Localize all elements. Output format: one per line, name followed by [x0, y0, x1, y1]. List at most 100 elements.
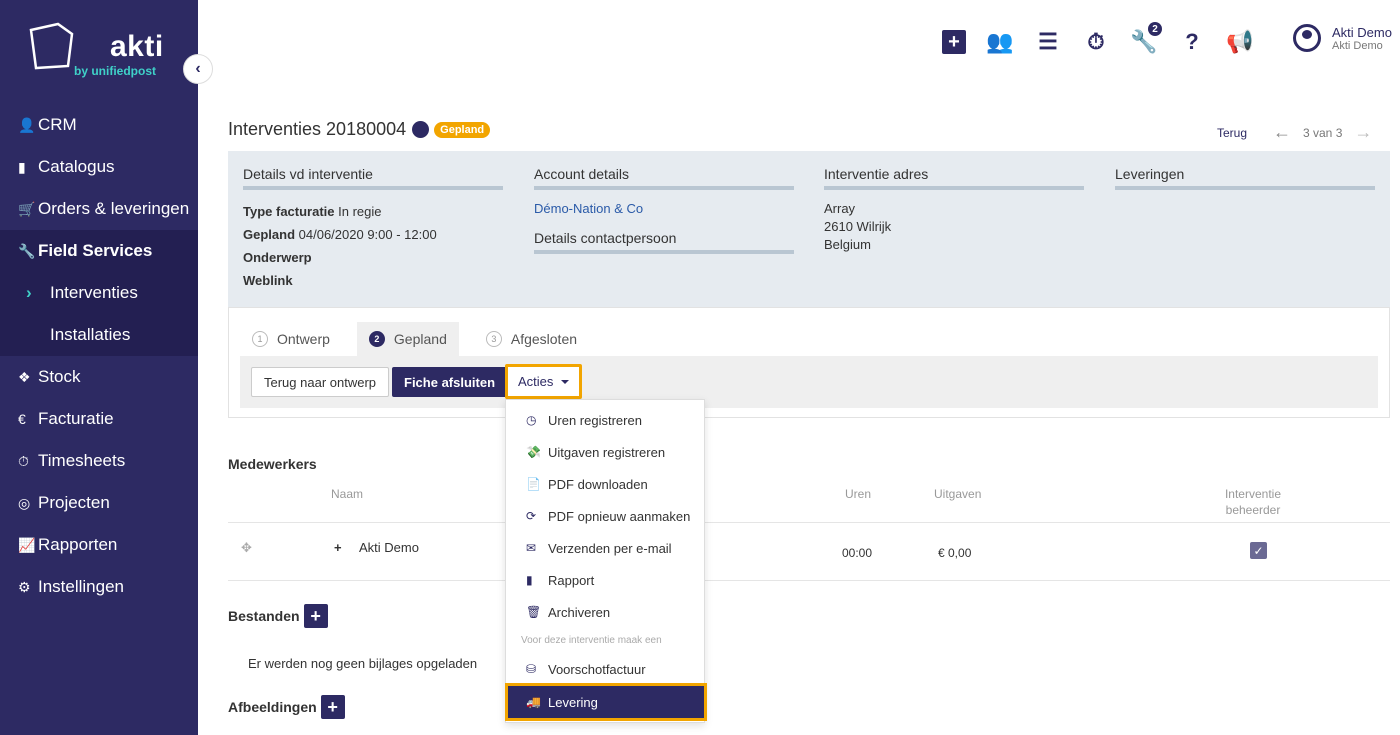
- sidebar-item-timesheets[interactable]: ⏱ Timesheets: [0, 440, 198, 482]
- column-header-line: Interventie: [1224, 487, 1282, 501]
- menu-item-report[interactable]: ▮ Rapport: [506, 564, 704, 596]
- sidebar-item-catalogus[interactable]: ▮ Catalogus: [0, 146, 198, 188]
- coins-icon: ⛁: [526, 662, 537, 676]
- sidebar-item-field-services[interactable]: 🔧 Field Services: [0, 230, 198, 272]
- menu-item-label: Archiveren: [548, 604, 611, 620]
- notification-badge: 2: [1148, 22, 1162, 36]
- column-header-name: Naam: [331, 487, 364, 501]
- sidebar-item-label: Facturatie: [38, 409, 114, 428]
- euro-icon: €: [18, 411, 26, 427]
- files-title: Bestanden: [228, 608, 300, 624]
- sidebar-item-label: Orders & leveringen: [38, 199, 190, 218]
- back-link[interactable]: Terug: [1217, 126, 1247, 140]
- account-column: Account details Démo-Nation & Co Details…: [534, 166, 794, 264]
- logo[interactable]: akti by unifiedpost: [0, 0, 198, 104]
- sidebar-item-label: CRM: [38, 115, 77, 134]
- sidebar-item-label: Rapporten: [38, 535, 118, 554]
- weblink-label: Weblink: [243, 273, 293, 288]
- back-to-draft-button[interactable]: Terug naar ontwerp: [251, 367, 390, 397]
- menu-item-label: PDF opnieuw aanmaken: [548, 508, 691, 524]
- menu-item-register-hours[interactable]: ◷ Uren registreren: [506, 404, 704, 436]
- topbar-icons: + 👥 ☰ ⏱ 🔧 2 ? 📢: [942, 22, 1274, 56]
- gear-icon: ⚙: [18, 578, 31, 595]
- menu-item-pdf-download[interactable]: 📄 PDF downloaden: [506, 468, 704, 500]
- step-ontwerp[interactable]: 1 Ontwerp: [240, 322, 342, 356]
- tasks-checklist-icon[interactable]: ☰: [1034, 28, 1062, 56]
- help-icon[interactable]: ?: [1178, 28, 1206, 56]
- add-image-button[interactable]: +: [320, 695, 345, 719]
- menu-item-archive[interactable]: 🗑 Archiveren: [506, 596, 704, 628]
- cubes-icon: ❖: [18, 368, 31, 385]
- menu-item-label: Uitgaven registreren: [548, 444, 666, 460]
- sidebar-item-label: Installaties: [50, 325, 131, 344]
- manager-checkbox[interactable]: ✓: [1250, 542, 1267, 559]
- contact-heading: Details contactpersoon: [534, 230, 794, 254]
- trash-icon: 🗑: [526, 605, 542, 619]
- refresh-icon: ⟳: [526, 509, 537, 523]
- money-icon: 💸: [526, 445, 541, 459]
- arrow-right-icon[interactable]: →: [1354, 122, 1372, 143]
- menu-item-label: Uren registreren: [548, 412, 642, 428]
- step-label: Afgesloten: [510, 331, 578, 347]
- sidebar-item-label: Projecten: [38, 493, 110, 512]
- menu-item-label: Rapport: [548, 572, 595, 588]
- address-line: 2610 Wilrijk: [824, 219, 892, 234]
- sidebar-item-orders[interactable]: 🛒 Orders & leveringen: [0, 188, 198, 230]
- target-icon: ◎: [18, 494, 31, 511]
- sidebar-item-label: Stock: [38, 367, 81, 386]
- arrow-left-icon[interactable]: ←: [1273, 122, 1291, 143]
- account-link[interactable]: Démo-Nation & Co: [534, 200, 794, 218]
- add-file-button[interactable]: +: [303, 604, 328, 628]
- step-gepland[interactable]: 2 Gepland: [356, 322, 459, 356]
- user-company: Akti Demo: [1332, 39, 1383, 52]
- megaphone-icon[interactable]: 📢: [1226, 28, 1254, 56]
- pager-text: 3 van 3: [1303, 125, 1343, 140]
- contacts-list-icon[interactable]: 👥: [986, 28, 1014, 56]
- stopwatch-icon: ⏱: [18, 452, 29, 469]
- files-section: Bestanden +: [228, 604, 328, 628]
- sidebar-item-label: Interventies: [50, 283, 138, 302]
- actions-dropdown-button[interactable]: Acties: [505, 364, 583, 399]
- cart-icon: 🛒: [18, 200, 36, 217]
- sidebar-item-projecten[interactable]: ◎ Projecten: [0, 482, 198, 524]
- sidebar-item-rapporten[interactable]: 📈 Rapporten: [0, 524, 198, 566]
- images-title: Afbeeldingen: [228, 699, 317, 715]
- menu-item-register-expenses[interactable]: 💸 Uitgaven registreren: [506, 436, 704, 468]
- sidebar-subitem-interventies[interactable]: › Interventies: [0, 272, 198, 314]
- employees-title: Medewerkers: [228, 456, 317, 472]
- details-column: Details vd interventie Type facturatie I…: [243, 166, 503, 292]
- sidebar-item-stock[interactable]: ❖ Stock: [0, 356, 198, 398]
- menu-item-delivery[interactable]: 🚚 Levering: [505, 683, 707, 721]
- employee-expenses: € 0,00: [938, 546, 972, 560]
- step-number: 3: [485, 331, 502, 347]
- chevron-right-icon: ›: [26, 283, 32, 302]
- close-sheet-button[interactable]: Fiche afsluiten: [392, 367, 508, 397]
- add-new-icon[interactable]: +: [942, 30, 966, 54]
- user-name: Akti Demo: [1332, 24, 1392, 40]
- expand-row-icon[interactable]: +: [334, 540, 342, 555]
- user-menu[interactable]: Akti Demo Akti Demo: [1293, 24, 1392, 52]
- wrench-icon[interactable]: 🔧 2: [1130, 22, 1162, 56]
- menu-item-pdf-regenerate[interactable]: ⟳ PDF opnieuw aanmaken: [506, 500, 704, 532]
- sidebar-item-crm[interactable]: 👤 CRM: [0, 104, 198, 146]
- files-empty-text: Er werden nog geen bijlages opgeladen: [248, 656, 478, 671]
- drag-handle-icon[interactable]: ✥: [241, 540, 252, 556]
- menu-item-label: Levering: [548, 694, 598, 710]
- sidebar-item-facturatie[interactable]: € Facturatie: [0, 398, 198, 440]
- clock-icon: ◷: [526, 413, 537, 427]
- menu-item-advance-invoice[interactable]: ⛁ Voorschotfactuur: [506, 653, 704, 685]
- step-afgesloten[interactable]: 3 Afgesloten: [474, 322, 589, 356]
- sidebar-item-instellingen[interactable]: ⚙ Instellingen: [0, 566, 198, 608]
- address-heading: Interventie adres: [824, 166, 1084, 190]
- action-bar: Terug naar ontwerp Fiche afsluiten Actie…: [240, 356, 1378, 408]
- envelope-icon: ✉: [526, 541, 537, 555]
- menu-item-send-email[interactable]: ✉ Verzenden per e-mail: [506, 532, 704, 564]
- sidebar-subitem-installaties[interactable]: Installaties: [0, 314, 198, 356]
- divider: [228, 580, 1390, 581]
- sidebar-collapse-button[interactable]: ‹: [183, 54, 213, 84]
- chart-icon: 📈: [18, 536, 36, 553]
- stopwatch-icon[interactable]: ⏱: [1082, 28, 1110, 56]
- status-steps: 1 Ontwerp 2 Gepland 3 Afgesloten: [240, 322, 604, 356]
- menu-item-label: Voorschotfactuur: [548, 661, 646, 677]
- step-label: Ontwerp: [277, 331, 330, 347]
